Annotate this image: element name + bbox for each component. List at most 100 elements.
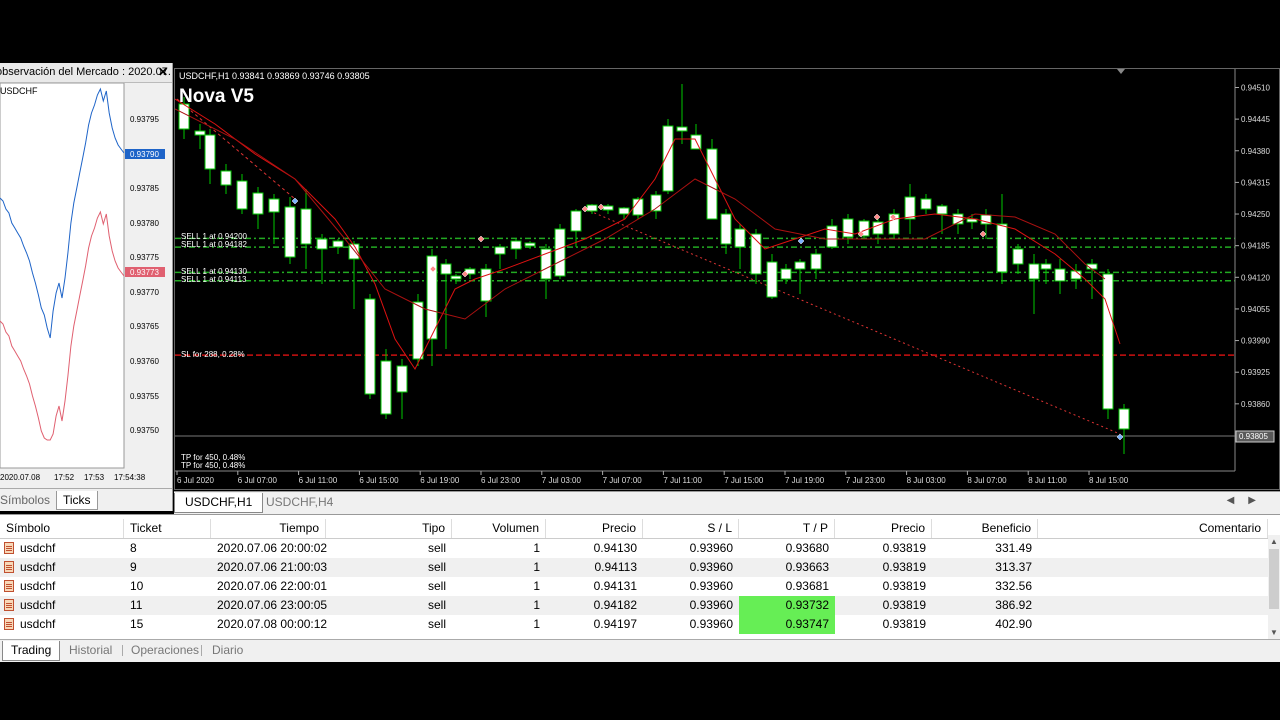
- order-volume: 1: [533, 541, 540, 555]
- orders-scrollbar[interactable]: ▲ ▼: [1268, 535, 1280, 639]
- tp-label-b: TP for 450, 0.48%: [181, 461, 245, 470]
- scroll-left-icon[interactable]: ◀: [1227, 495, 1249, 506]
- chart-shift-icon[interactable]: [1117, 69, 1125, 74]
- col-sl[interactable]: S / L: [643, 519, 739, 538]
- col-type[interactable]: Tipo: [326, 519, 452, 538]
- price-axis-label: 0.94380: [1241, 147, 1270, 156]
- order-symbol: usdchf: [20, 617, 56, 631]
- tick-price-label: 0.93755: [130, 392, 159, 401]
- chart-tabs: USDCHF,H1 USDCHF,H4 ◀▶: [174, 491, 1280, 514]
- col-volume[interactable]: Volumen: [452, 519, 546, 538]
- col-time[interactable]: Tiempo: [211, 519, 326, 538]
- candle-body: [252, 192, 264, 215]
- candle-body: [204, 134, 216, 170]
- sell-label-d: SELL 1 at 0.94113: [181, 275, 247, 284]
- order-type: sell: [427, 579, 446, 593]
- scroll-down-icon[interactable]: ▼: [1270, 628, 1278, 637]
- col-profit[interactable]: Beneficio: [932, 519, 1038, 538]
- col-price[interactable]: Precio: [546, 519, 643, 538]
- col-ticket[interactable]: Ticket: [124, 519, 211, 538]
- col-current-price[interactable]: Precio: [835, 519, 932, 538]
- price-axis: 0.94510 0.94445 0.94380 0.94315 0.94250 0.941…: [1235, 83, 1270, 409]
- order-row[interactable]: usdchf 15 2020.07.08 00:00:12 sell 1 0.94197 0…: [0, 615, 1268, 634]
- order-price: 0.94130: [593, 541, 637, 555]
- order-current: 0.93819: [882, 617, 926, 631]
- tab-operations[interactable]: Operaciones: [123, 641, 207, 660]
- tab-symbols[interactable]: Símbolos: [0, 491, 56, 509]
- order-profit: 313.37: [995, 560, 1032, 574]
- col-tp[interactable]: T / P: [739, 519, 835, 538]
- order-price: 0.94113: [594, 560, 638, 574]
- candle-body: [284, 206, 296, 258]
- moving-average-fast: [174, 98, 1121, 370]
- sell-label-b: SELL 1 at 0.94182: [181, 240, 248, 249]
- candle-body: [450, 275, 462, 280]
- order-volume: 1: [533, 579, 540, 593]
- order-volume: 1: [533, 598, 540, 612]
- close-icon[interactable]: ✕: [158, 63, 168, 82]
- candle-body: [1054, 268, 1066, 282]
- order-row[interactable]: usdchf 9 2020.07.06 21:00:03 sell 1 0.94113 0.…: [0, 558, 1268, 577]
- tab-usdchf-h1[interactable]: USDCHF,H1: [174, 493, 264, 513]
- market-watch-title-bar: observación del Mercado : 2020.07. ✕: [0, 63, 172, 83]
- candle-body: [380, 360, 392, 415]
- time-axis: 6 Jul 2020 6 Jul 07:00 6 Jul 11:00 6 Jul 15…: [176, 471, 1129, 485]
- order-type: sell: [427, 560, 446, 574]
- trend-dotted-line: [176, 98, 296, 200]
- candle-body: [396, 365, 408, 393]
- chart-header: USDCHF,H1 0.93841 0.93869 0.93746 0.9380…: [179, 71, 370, 81]
- order-row[interactable]: usdchf 10 2020.07.06 22:00:01 sell 1 0.94131 0…: [0, 577, 1268, 596]
- order-current: 0.93819: [882, 560, 926, 574]
- tab-trading[interactable]: Trading: [2, 641, 61, 661]
- tick-time-label: 17:52: [54, 473, 75, 482]
- tab-history[interactable]: Historial: [61, 641, 120, 660]
- time-axis-label: 8 Jul 15:00: [1089, 476, 1129, 485]
- market-watch-panel: observación del Mercado : 2020.07. ✕ USD…: [0, 63, 173, 511]
- order-profit: 331.49: [995, 541, 1032, 555]
- tab-journal[interactable]: Diario: [204, 641, 251, 660]
- tab-usdchf-h4[interactable]: USDCHF,H4: [256, 493, 343, 512]
- order-ticket: 15: [130, 617, 144, 631]
- scroll-right-icon[interactable]: ▶: [1248, 495, 1270, 506]
- order-row[interactable]: usdchf 11 2020.07.06 23:00:05 sell 1 0.94182 0…: [0, 596, 1268, 615]
- tick-price-label: 0.93780: [130, 219, 159, 228]
- candle-body: [734, 228, 746, 248]
- candle-body: [1118, 408, 1130, 430]
- tick-time-label: 17:54:38: [114, 473, 146, 482]
- order-tp: 0.93680: [785, 541, 829, 555]
- signal-arrow-icon: [1116, 433, 1124, 441]
- order-type: sell: [427, 617, 446, 631]
- time-axis-label: 7 Jul 11:00: [663, 476, 702, 485]
- candle-body: [1040, 263, 1052, 270]
- candlestick-chart[interactable]: USDCHF,H1 0.93841 0.93869 0.93746 0.9380…: [174, 69, 1279, 501]
- order-volume: 1: [533, 617, 540, 631]
- order-ticket: 8: [130, 541, 137, 555]
- time-axis-label: 6 Jul 19:00: [420, 476, 460, 485]
- scroll-up-icon[interactable]: ▲: [1270, 537, 1278, 546]
- candle-body: [706, 148, 718, 220]
- order-current: 0.93819: [882, 541, 926, 555]
- col-comment[interactable]: Comentario: [1038, 519, 1268, 538]
- signal-arrow-icon: [873, 213, 881, 221]
- candle-body: [268, 198, 280, 213]
- order-tp: 0.93663: [785, 560, 829, 574]
- tick-price-label: 0.93765: [130, 322, 159, 331]
- candle-body: [602, 205, 614, 211]
- order-time: 2020.07.06 22:00:01: [217, 579, 328, 593]
- order-profit: 386.92: [995, 598, 1032, 612]
- order-profit: 402.90: [995, 617, 1032, 631]
- price-axis-label: 0.93925: [1241, 368, 1270, 377]
- scrollbar-thumb[interactable]: [1269, 549, 1279, 609]
- candle-body: [300, 208, 312, 245]
- col-symbol[interactable]: Símbolo: [0, 519, 124, 538]
- price-chart-window[interactable]: USDCHF,H1 0.93841 0.93869 0.93746 0.9380…: [174, 68, 1280, 501]
- tick-time-label: 17:53: [84, 473, 105, 482]
- candle-body: [364, 298, 376, 395]
- tab-ticks[interactable]: Ticks: [56, 491, 98, 510]
- signal-arrow-icon: [797, 237, 805, 245]
- tick-chart: USDCHF 0.93795 0.93785 0.93780 0.93775 0.937…: [0, 83, 165, 482]
- order-sl: 0.93960: [689, 617, 733, 631]
- order-row[interactable]: usdchf 8 2020.07.06 20:00:02 sell 1 0.94130 0.…: [0, 539, 1268, 558]
- candle-body: [494, 246, 506, 255]
- chart-tab-scroll[interactable]: ◀▶: [1227, 495, 1270, 506]
